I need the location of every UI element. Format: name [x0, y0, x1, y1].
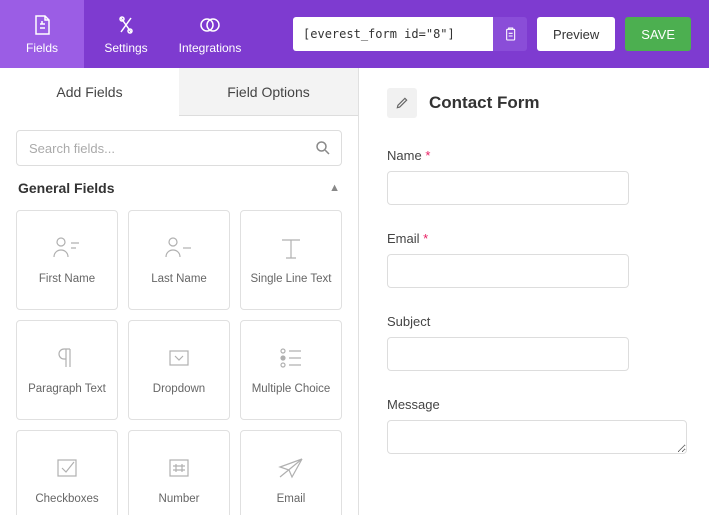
tab-add-fields[interactable]: Add Fields	[0, 68, 179, 116]
panel-body: General Fields ▲ First Name Last Name Si…	[0, 116, 358, 515]
field-label: Last Name	[151, 273, 207, 285]
field-label: Multiple Choice	[252, 383, 331, 395]
form-title: Contact Form	[429, 93, 540, 113]
required-indicator: *	[423, 231, 428, 246]
section-title: General Fields	[18, 180, 114, 196]
field-dropdown[interactable]: Dropdown	[128, 320, 230, 420]
name-input[interactable]	[387, 171, 629, 205]
search-input[interactable]	[16, 130, 342, 166]
field-multiple-choice[interactable]: Multiple Choice	[240, 320, 342, 420]
message-input[interactable]	[387, 420, 687, 454]
form-field-name[interactable]: Name *	[387, 148, 681, 205]
field-label: Number	[159, 493, 200, 505]
tab-field-options[interactable]: Field Options	[179, 68, 358, 116]
required-indicator: *	[425, 148, 430, 163]
shortcode-input[interactable]	[293, 17, 493, 51]
form-field-subject[interactable]: Subject	[387, 314, 681, 371]
main: Add Fields Field Options General Fields …	[0, 68, 709, 515]
nav-label: Fields	[26, 41, 58, 55]
field-label: Email *	[387, 231, 681, 246]
edit-title-button[interactable]	[387, 88, 417, 118]
field-grid: First Name Last Name Single Line Text Pa…	[16, 210, 342, 515]
form-preview: Contact Form Name * Email * Subject Mess…	[359, 68, 709, 515]
shortcode-wrap	[293, 17, 527, 51]
form-title-row: Contact Form	[387, 88, 681, 118]
pencil-icon	[395, 96, 409, 110]
nav-fields[interactable]: Fields	[0, 0, 84, 68]
radio-list-icon	[276, 345, 306, 371]
nav-integrations[interactable]: Integrations	[168, 0, 252, 68]
nav-label: Integrations	[179, 41, 242, 55]
fields-icon	[30, 13, 54, 37]
field-label: Dropdown	[153, 383, 205, 395]
preview-button[interactable]: Preview	[537, 17, 615, 51]
search-wrap	[16, 130, 342, 166]
field-paragraph-text[interactable]: Paragraph Text	[16, 320, 118, 420]
field-single-line-text[interactable]: Single Line Text	[240, 210, 342, 310]
paragraph-icon	[52, 345, 82, 371]
integrations-icon	[198, 13, 222, 37]
left-panel: Add Fields Field Options General Fields …	[0, 68, 359, 515]
email-icon	[276, 455, 306, 481]
field-label: Paragraph Text	[28, 383, 106, 395]
panel-tabs: Add Fields Field Options	[0, 68, 358, 116]
section-general-fields[interactable]: General Fields ▲	[16, 180, 342, 196]
field-first-name[interactable]: First Name	[16, 210, 118, 310]
field-label: Single Line Text	[251, 273, 332, 285]
search-icon	[314, 139, 332, 157]
field-label: First Name	[39, 273, 95, 285]
field-checkboxes[interactable]: Checkboxes	[16, 430, 118, 515]
field-label: Email	[277, 493, 306, 505]
settings-icon	[114, 13, 138, 37]
topbar: Fields Settings Integrations Preview SAV…	[0, 0, 709, 68]
field-last-name[interactable]: Last Name	[128, 210, 230, 310]
copy-shortcode-button[interactable]	[493, 17, 527, 51]
field-label: Subject	[387, 314, 681, 329]
email-input[interactable]	[387, 254, 629, 288]
dropdown-icon	[164, 345, 194, 371]
clipboard-icon	[502, 26, 518, 42]
field-label: Message	[387, 397, 681, 412]
field-label: Checkboxes	[35, 493, 98, 505]
topbar-nav: Fields Settings Integrations	[0, 0, 252, 68]
field-label: Name *	[387, 148, 681, 163]
form-field-email[interactable]: Email *	[387, 231, 681, 288]
field-number[interactable]: Number	[128, 430, 230, 515]
form-field-message[interactable]: Message	[387, 397, 681, 459]
chevron-up-icon: ▲	[329, 182, 340, 194]
checkbox-icon	[52, 455, 82, 481]
number-icon	[164, 455, 194, 481]
text-icon	[276, 235, 306, 261]
nav-label: Settings	[104, 41, 147, 55]
last-name-icon	[164, 235, 194, 261]
topbar-right: Preview SAVE	[275, 0, 709, 68]
first-name-icon	[52, 235, 82, 261]
field-email[interactable]: Email	[240, 430, 342, 515]
save-button[interactable]: SAVE	[625, 17, 691, 51]
nav-settings[interactable]: Settings	[84, 0, 168, 68]
subject-input[interactable]	[387, 337, 629, 371]
